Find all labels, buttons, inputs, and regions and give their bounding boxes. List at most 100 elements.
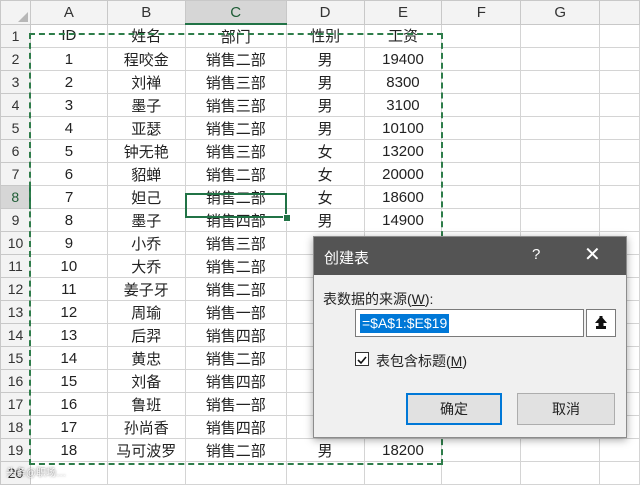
cell[interactable] xyxy=(520,47,601,71)
cell[interactable] xyxy=(441,438,522,462)
cell[interactable] xyxy=(441,139,522,163)
cell[interactable]: 2 xyxy=(29,70,108,94)
row-header-10[interactable]: 10 xyxy=(0,231,31,255)
close-icon[interactable]: ✕ xyxy=(584,243,601,267)
row-header-14[interactable]: 14 xyxy=(0,323,31,347)
cell[interactable]: 男 xyxy=(285,47,365,71)
cell[interactable]: 16 xyxy=(29,392,108,416)
cell[interactable] xyxy=(599,47,640,71)
cell[interactable] xyxy=(363,461,443,485)
cell[interactable]: 周瑜 xyxy=(106,300,186,324)
help-icon[interactable]: ? xyxy=(532,246,540,263)
cell[interactable]: 11 xyxy=(29,277,108,301)
select-all-corner[interactable] xyxy=(0,0,31,25)
range-input[interactable]: =$A$1:$E$19 xyxy=(355,309,584,337)
cell[interactable]: 8300 xyxy=(363,70,443,94)
cell[interactable]: 销售四部 xyxy=(184,208,287,232)
cell[interactable]: 小乔 xyxy=(106,231,186,255)
row-header-15[interactable]: 15 xyxy=(0,346,31,370)
cell[interactable]: 销售二部 xyxy=(184,438,287,462)
cell[interactable] xyxy=(520,70,601,94)
cell[interactable]: 女 xyxy=(285,185,365,209)
cell[interactable]: 马可波罗 xyxy=(106,438,186,462)
cell[interactable]: 工资 xyxy=(363,23,443,48)
cell[interactable]: 墨子 xyxy=(106,208,186,232)
cell[interactable] xyxy=(520,438,601,462)
collapse-dialog-button[interactable] xyxy=(586,309,616,337)
fill-handle[interactable] xyxy=(283,214,291,222)
cell[interactable]: 女 xyxy=(285,162,365,186)
cell[interactable]: 销售四部 xyxy=(184,323,287,347)
row-header-8[interactable]: 8 xyxy=(0,185,32,209)
cell[interactable]: ID xyxy=(29,23,108,48)
cell[interactable] xyxy=(599,116,640,140)
cell[interactable] xyxy=(520,139,601,163)
cell[interactable] xyxy=(599,461,640,485)
cell[interactable]: 14 xyxy=(29,346,108,370)
cell[interactable]: 1 xyxy=(29,47,108,71)
cell[interactable] xyxy=(520,208,601,232)
cell[interactable] xyxy=(441,23,522,48)
cell[interactable] xyxy=(599,438,640,462)
cell[interactable]: 10100 xyxy=(363,116,443,140)
cell[interactable]: 程咬金 xyxy=(106,47,186,71)
cell[interactable]: 12 xyxy=(29,300,108,324)
cell[interactable]: 男 xyxy=(285,70,365,94)
cell[interactable]: 18600 xyxy=(363,185,443,209)
cell[interactable]: 18200 xyxy=(363,438,443,462)
cell[interactable]: 7 xyxy=(29,185,108,209)
cell[interactable]: 部门 xyxy=(184,23,287,48)
row-header-3[interactable]: 3 xyxy=(0,70,31,94)
cell[interactable]: 妲己 xyxy=(106,185,186,209)
cell[interactable]: 后羿 xyxy=(106,323,186,347)
cell[interactable]: 性别 xyxy=(285,23,365,48)
column-header-c[interactable]: C xyxy=(184,0,287,25)
cell[interactable]: 17 xyxy=(29,415,108,439)
cell[interactable]: 鲁班 xyxy=(106,392,186,416)
cell[interactable]: 黄忠 xyxy=(106,346,186,370)
cell[interactable]: 姜子牙 xyxy=(106,277,186,301)
cell[interactable] xyxy=(441,47,522,71)
cell[interactable]: 3 xyxy=(29,93,108,117)
cell[interactable]: 男 xyxy=(285,438,365,462)
cell[interactable]: 女 xyxy=(285,139,365,163)
cell[interactable]: 销售三部 xyxy=(184,70,287,94)
row-header-4[interactable]: 4 xyxy=(0,93,31,117)
cell[interactable]: 6 xyxy=(29,162,108,186)
cell[interactable]: 大乔 xyxy=(106,254,186,278)
cell[interactable] xyxy=(520,93,601,117)
has-headers-checkbox[interactable] xyxy=(355,352,369,366)
column-header-a[interactable]: A xyxy=(29,0,108,25)
column-header-e[interactable]: E xyxy=(363,0,443,25)
cell[interactable]: 销售一部 xyxy=(184,300,287,324)
cell[interactable] xyxy=(599,208,640,232)
cell[interactable]: 钟无艳 xyxy=(106,139,186,163)
cell[interactable]: 销售四部 xyxy=(184,369,287,393)
cell[interactable]: 9 xyxy=(29,231,108,255)
cell[interactable] xyxy=(441,93,522,117)
cell[interactable] xyxy=(599,23,640,48)
cell[interactable] xyxy=(184,461,287,485)
ok-button[interactable]: 确定 xyxy=(406,393,502,425)
column-header-d[interactable]: D xyxy=(285,0,365,25)
cancel-button[interactable]: 取消 xyxy=(517,393,615,425)
cell[interactable]: 8 xyxy=(29,208,108,232)
cell[interactable]: 5 xyxy=(29,139,108,163)
column-header-g[interactable]: G xyxy=(520,0,601,25)
cell[interactable] xyxy=(599,162,640,186)
row-header-7[interactable]: 7 xyxy=(0,162,31,186)
cell[interactable]: 销售四部 xyxy=(184,415,287,439)
cell[interactable] xyxy=(441,185,522,209)
cell[interactable]: 销售三部 xyxy=(184,139,287,163)
row-header-16[interactable]: 16 xyxy=(0,369,31,393)
column-header-h[interactable] xyxy=(599,0,640,25)
cell[interactable] xyxy=(441,162,522,186)
cell[interactable] xyxy=(441,70,522,94)
cell[interactable] xyxy=(441,461,522,485)
cell[interactable] xyxy=(441,208,522,232)
cell[interactable]: 销售二部 xyxy=(184,277,287,301)
cell[interactable] xyxy=(520,23,601,48)
cell[interactable]: 销售三部 xyxy=(184,231,287,255)
column-header-b[interactable]: B xyxy=(106,0,186,25)
cell[interactable] xyxy=(520,461,601,485)
